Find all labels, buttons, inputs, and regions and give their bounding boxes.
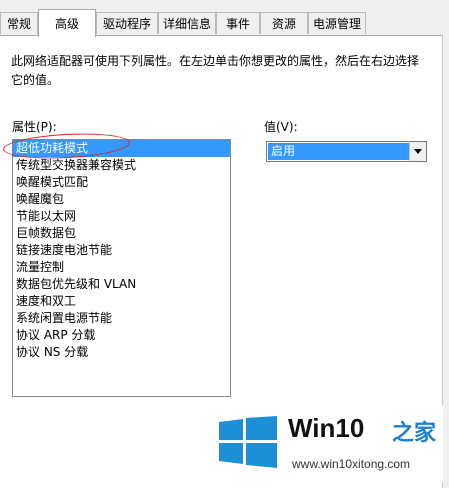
property-item[interactable]: 系统闲置电源节能 [13,310,230,327]
tab-strip: 常规 高级 驱动程序 详细信息 事件 资源 电源管理 [0,0,449,37]
watermark-brand: Win10 [288,413,365,443]
property-list[interactable]: 超低功耗模式 传统型交换器兼容模式 唤醒模式匹配 唤醒魔包 节能以太网 巨帧数据… [12,139,231,397]
value-label: 值(V): [264,120,298,134]
property-item[interactable]: 节能以太网 [13,208,230,225]
property-item[interactable]: 链接速度电池节能 [13,242,230,259]
property-item[interactable]: 唤醒魔包 [13,191,230,208]
tab-power-management[interactable]: 电源管理 [308,12,366,34]
property-item[interactable]: 协议 ARP 分载 [13,327,230,344]
watermark-url: www.win10xitong.com [292,457,411,471]
description-text: 此网络适配器可使用下列属性。在左边单击你想更改的属性，然后在右边选择它的值。 [11,54,420,87]
tab-resources[interactable]: 资源 [260,12,308,34]
windows-logo-icon [219,416,277,468]
property-item[interactable]: 唤醒模式匹配 [13,174,230,191]
watermark-logo: Win10 之家 www.win10xitong.com [213,405,443,482]
tab-details[interactable]: 详细信息 [158,12,216,34]
property-item[interactable]: 速度和双工 [13,293,230,310]
tab-general[interactable]: 常规 [0,12,38,34]
property-label: 属性(P): [12,120,57,134]
property-item[interactable]: 协议 NS 分载 [13,344,230,361]
tab-driver[interactable]: 驱动程序 [96,12,158,34]
property-item[interactable]: 流量控制 [13,259,230,276]
value-dropdown-selected: 启用 [268,143,410,160]
property-item[interactable]: 巨帧数据包 [13,225,230,242]
value-dropdown[interactable]: 启用 [266,141,427,162]
chevron-down-icon[interactable] [409,142,426,161]
property-item[interactable]: 数据包优先级和 VLAN [13,276,230,293]
property-item[interactable]: 传统型交换器兼容模式 [13,157,230,174]
tab-events[interactable]: 事件 [216,12,260,34]
tab-advanced[interactable]: 高级 [38,9,96,37]
watermark-brand-suffix: 之家 [392,421,437,446]
